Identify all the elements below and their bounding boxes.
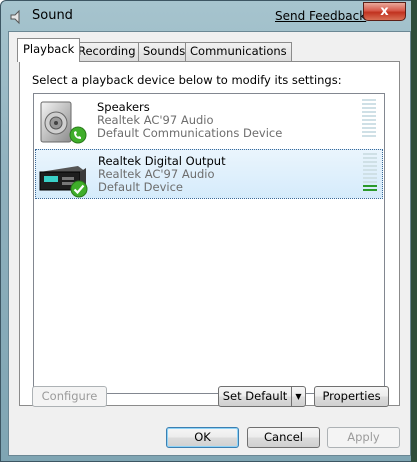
ok-label: OK [194, 430, 211, 444]
meter-segment [362, 119, 376, 121]
close-icon: x [380, 4, 389, 19]
meter-segment [362, 103, 376, 105]
meter-segment [362, 127, 376, 129]
meter-segment [363, 161, 377, 163]
meter-segment [363, 189, 377, 191]
meter-segment [362, 123, 376, 125]
device-status: Default Device [98, 180, 184, 194]
set-default-label: Set Default [222, 389, 288, 403]
volume-level-meter [362, 99, 376, 141]
tab-recording[interactable]: Recording [73, 42, 141, 61]
device-list[interactable]: Speakers Realtek AC'97 Audio Default Com… [33, 93, 385, 394]
playback-panel: Select a playback device below to modify… [19, 61, 400, 406]
sound-dialog-window: Sound Send Feedback x Playback Recording… [0, 0, 417, 462]
phone-icon [69, 126, 87, 147]
meter-segment [363, 185, 377, 187]
set-default-button[interactable]: Set Default ▼ [218, 386, 306, 407]
desktop-background [411, 0, 417, 462]
device-realtek-digital-output[interactable]: Realtek Digital Output Realtek AC'97 Aud… [35, 149, 383, 199]
device-status: Default Communications Device [97, 126, 283, 140]
tab-sounds[interactable]: Sounds [138, 42, 191, 61]
properties-label: Properties [322, 389, 381, 403]
tab-playback[interactable]: Playback [17, 38, 81, 62]
meter-segment [363, 157, 377, 159]
volume-level-meter [363, 153, 377, 195]
cancel-button[interactable]: Cancel [247, 427, 320, 448]
send-feedback-link[interactable]: Send Feedback [275, 9, 366, 23]
configure-label: Configure [41, 389, 98, 403]
speaker-icon [9, 9, 25, 25]
device-name: Speakers [97, 100, 150, 114]
cancel-label: Cancel [264, 430, 303, 444]
instruction-text: Select a playback device below to modify… [32, 73, 342, 87]
meter-segment [362, 135, 376, 137]
dialog-client-area: Playback Recording Sounds Communications… [8, 31, 411, 456]
ok-button[interactable]: OK [166, 427, 239, 448]
properties-button[interactable]: Properties [314, 386, 389, 407]
meter-segment [362, 131, 376, 133]
window-title: Sound [32, 8, 73, 23]
tab-communications[interactable]: Communications [185, 42, 292, 61]
meter-segment [363, 177, 377, 179]
meter-segment [363, 165, 377, 167]
apply-label: Apply [347, 430, 380, 444]
device-driver: Realtek AC'97 Audio [97, 113, 214, 127]
meter-segment [363, 153, 377, 155]
meter-segment [362, 99, 376, 101]
configure-button[interactable]: Configure [32, 386, 107, 407]
device-name: Realtek Digital Output [98, 154, 226, 168]
meter-segment [363, 173, 377, 175]
checkmark-icon [70, 180, 88, 201]
meter-segment [362, 111, 376, 113]
meter-segment [362, 107, 376, 109]
meter-segment [362, 115, 376, 117]
close-button[interactable]: x [363, 2, 406, 21]
apply-button[interactable]: Apply [327, 427, 400, 448]
title-bar[interactable]: Sound Send Feedback x [1, 1, 416, 31]
device-driver: Realtek AC'97 Audio [98, 167, 215, 181]
chevron-down-icon[interactable]: ▼ [291, 387, 305, 406]
device-speakers[interactable]: Speakers Realtek AC'97 Audio Default Com… [35, 96, 383, 146]
meter-segment [363, 181, 377, 183]
meter-segment [363, 169, 377, 171]
